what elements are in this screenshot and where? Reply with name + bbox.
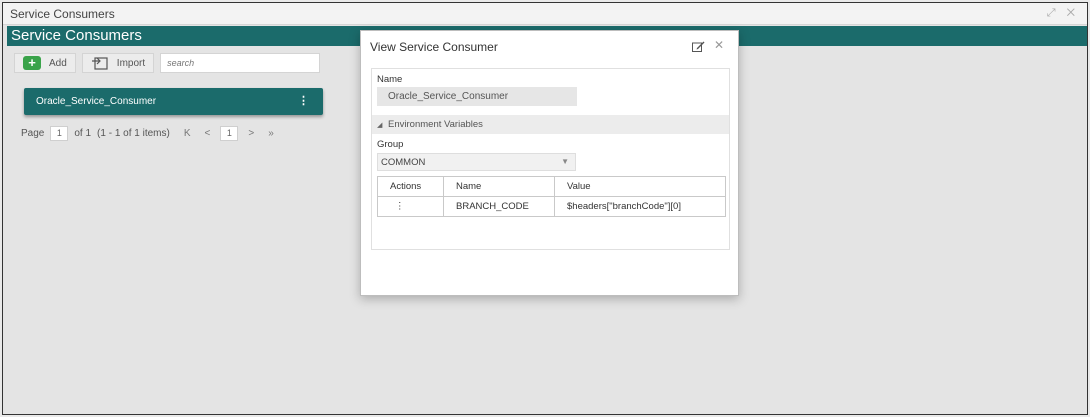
page-items-label: (1 - 1 of 1 items) <box>97 128 170 139</box>
first-page-button[interactable]: K <box>184 128 191 139</box>
table-header-row: Actions Name Value <box>377 176 726 197</box>
collapse-triangle-icon: ◢ <box>377 122 383 129</box>
group-select-value: COMMON <box>381 157 426 168</box>
window-titlebar: Service Consumers ⤢ ✕ <box>3 3 1087 25</box>
page-label: Page <box>21 128 45 139</box>
row-name: BRANCH_CODE <box>443 196 555 217</box>
name-field: Oracle_Service_Consumer <box>377 87 577 106</box>
view-service-consumer-dialog: View Service Consumer ✕ Name Oracle_Serv… <box>360 30 739 296</box>
environment-variables-section[interactable]: ◢ Environment Variables <box>372 115 729 134</box>
next-page-button[interactable]: > <box>248 128 254 139</box>
header-name: Name <box>443 176 555 197</box>
section-label: Environment Variables <box>388 119 483 130</box>
pagination: Page 1 of 1 (1 - 1 of 1 items) K < 1 > » <box>21 126 281 141</box>
window-title: Service Consumers <box>10 7 115 21</box>
add-icon: + <box>23 56 41 70</box>
page-of-label: of 1 <box>74 128 92 139</box>
close-icon[interactable]: ✕ <box>714 38 724 52</box>
group-label: Group <box>377 139 404 150</box>
chevron-down-icon: ▼ <box>561 157 569 166</box>
card-menu-icon[interactable]: ⋮ <box>298 94 309 107</box>
edit-icon[interactable] <box>692 41 705 52</box>
page-number-input[interactable]: 1 <box>50 126 69 141</box>
page-title: Service Consumers <box>11 27 142 44</box>
toolbar: + Add Import <box>14 52 321 74</box>
header-actions: Actions <box>377 176 444 197</box>
dialog-body: Name Oracle_Service_Consumer ◢ Environme… <box>371 68 730 250</box>
card-title: Oracle_Service_Consumer <box>36 96 157 107</box>
window-controls[interactable]: ⤢ ✕ <box>1047 7 1079 20</box>
row-actions-icon[interactable]: ⋮ <box>377 196 444 217</box>
row-value: $headers["branchCode"][0] <box>554 196 726 217</box>
add-button-label: Add <box>49 57 67 69</box>
search-input[interactable] <box>160 53 321 73</box>
name-label: Name <box>377 74 403 85</box>
last-page-button[interactable]: » <box>268 128 274 139</box>
service-consumer-card[interactable]: Oracle_Service_Consumer ⋮ <box>24 88 323 115</box>
table-row: ⋮ BRANCH_CODE $headers["branchCode"][0] <box>377 196 726 217</box>
env-vars-table: Actions Name Value ⋮ BRANCH_CODE $header… <box>377 176 726 217</box>
add-button[interactable]: + Add <box>14 53 76 73</box>
page-button[interactable]: 1 <box>220 126 239 141</box>
import-button-label: Import <box>116 57 146 69</box>
import-button[interactable]: Import <box>81 53 155 73</box>
dialog-title: View Service Consumer <box>370 40 498 54</box>
header-value: Value <box>554 176 726 197</box>
group-select[interactable]: COMMON ▼ <box>377 153 576 171</box>
import-icon <box>91 56 109 70</box>
prev-page-button[interactable]: < <box>205 128 211 139</box>
